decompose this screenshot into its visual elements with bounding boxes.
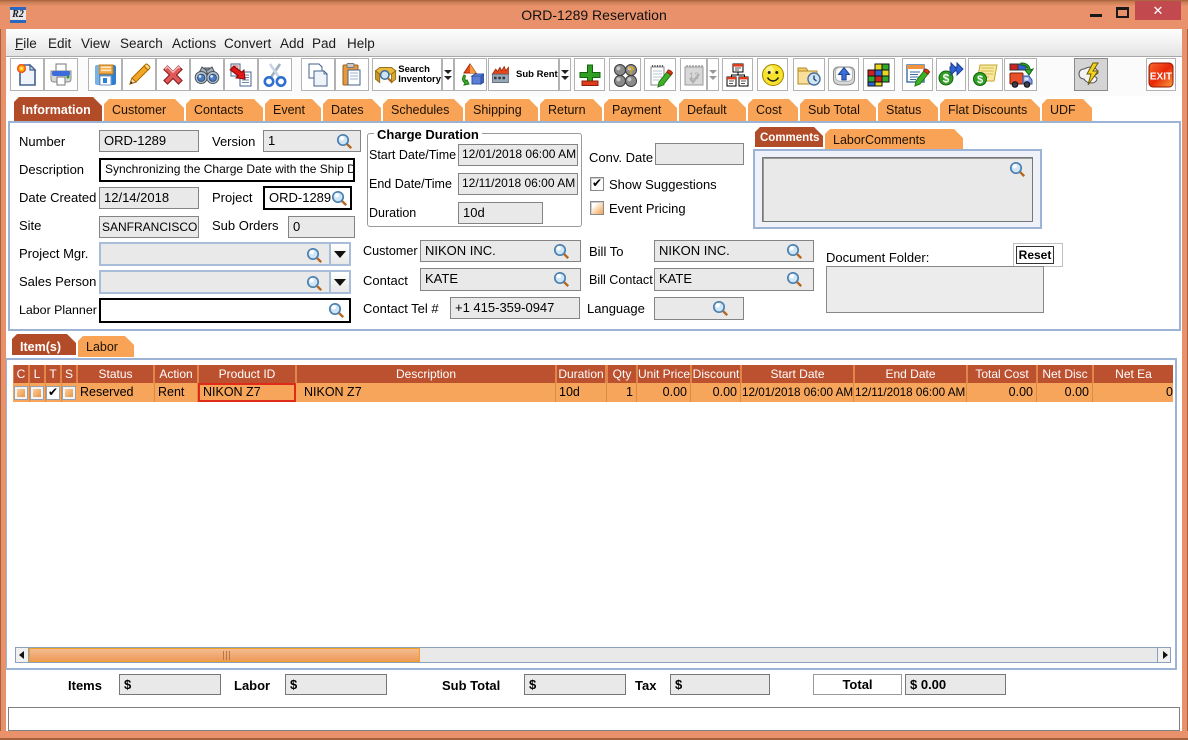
svg-text:$: $	[976, 74, 982, 86]
svg-text:?: ?	[628, 65, 635, 77]
svg-text:EXIT: EXIT	[1150, 71, 1172, 82]
svg-text:$: $	[943, 71, 950, 85]
